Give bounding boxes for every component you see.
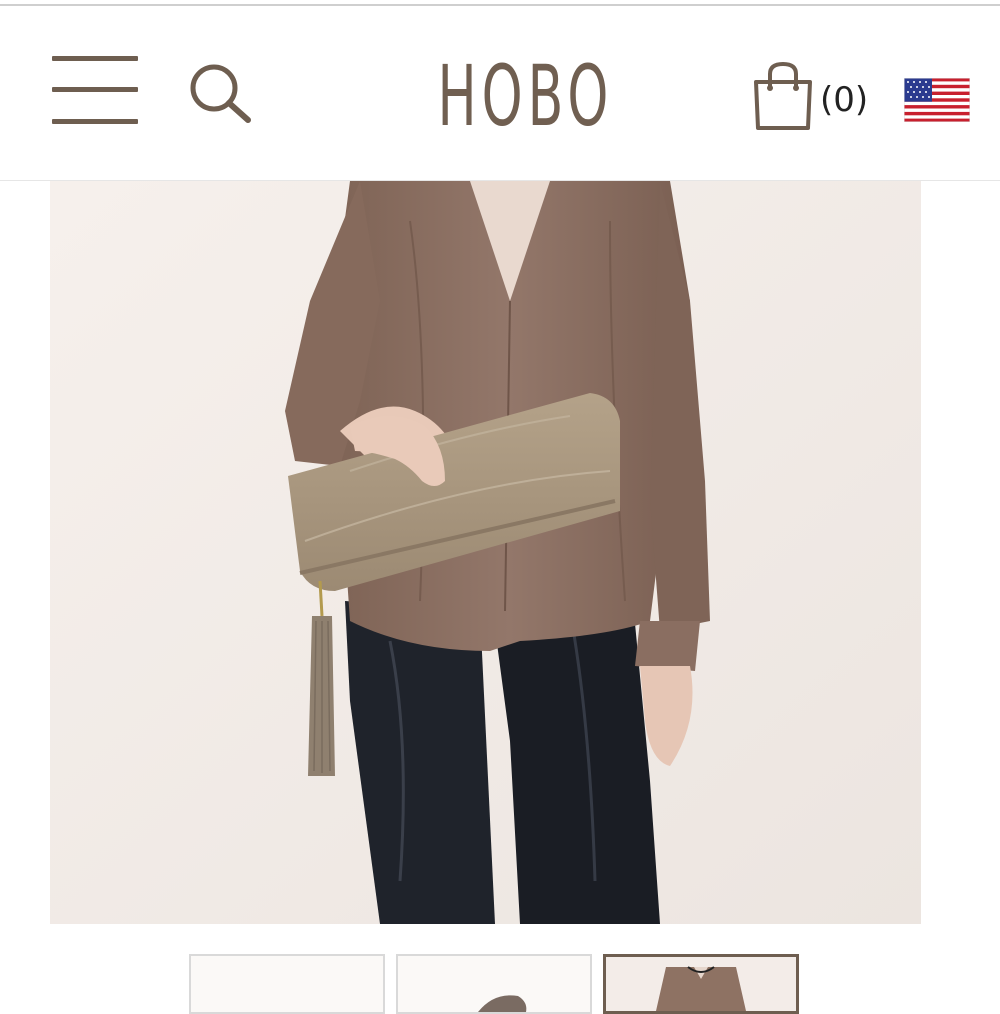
shopping-bag-icon[interactable] [750, 60, 816, 132]
product-hero-image[interactable] [50, 181, 921, 924]
search-icon[interactable] [186, 60, 256, 130]
top-border [0, 0, 1000, 6]
site-header: HOBO (0) [0, 8, 1000, 181]
brand-logo[interactable]: HOBO [438, 46, 609, 156]
thumbnail-2[interactable] [396, 954, 592, 1014]
hamburger-menu-icon[interactable] [52, 56, 138, 128]
thumbnail-3[interactable] [603, 954, 799, 1014]
us-flag-icon[interactable] [903, 77, 971, 123]
cart-count[interactable]: (0) [820, 78, 868, 122]
thumbnail-1[interactable] [189, 954, 385, 1014]
